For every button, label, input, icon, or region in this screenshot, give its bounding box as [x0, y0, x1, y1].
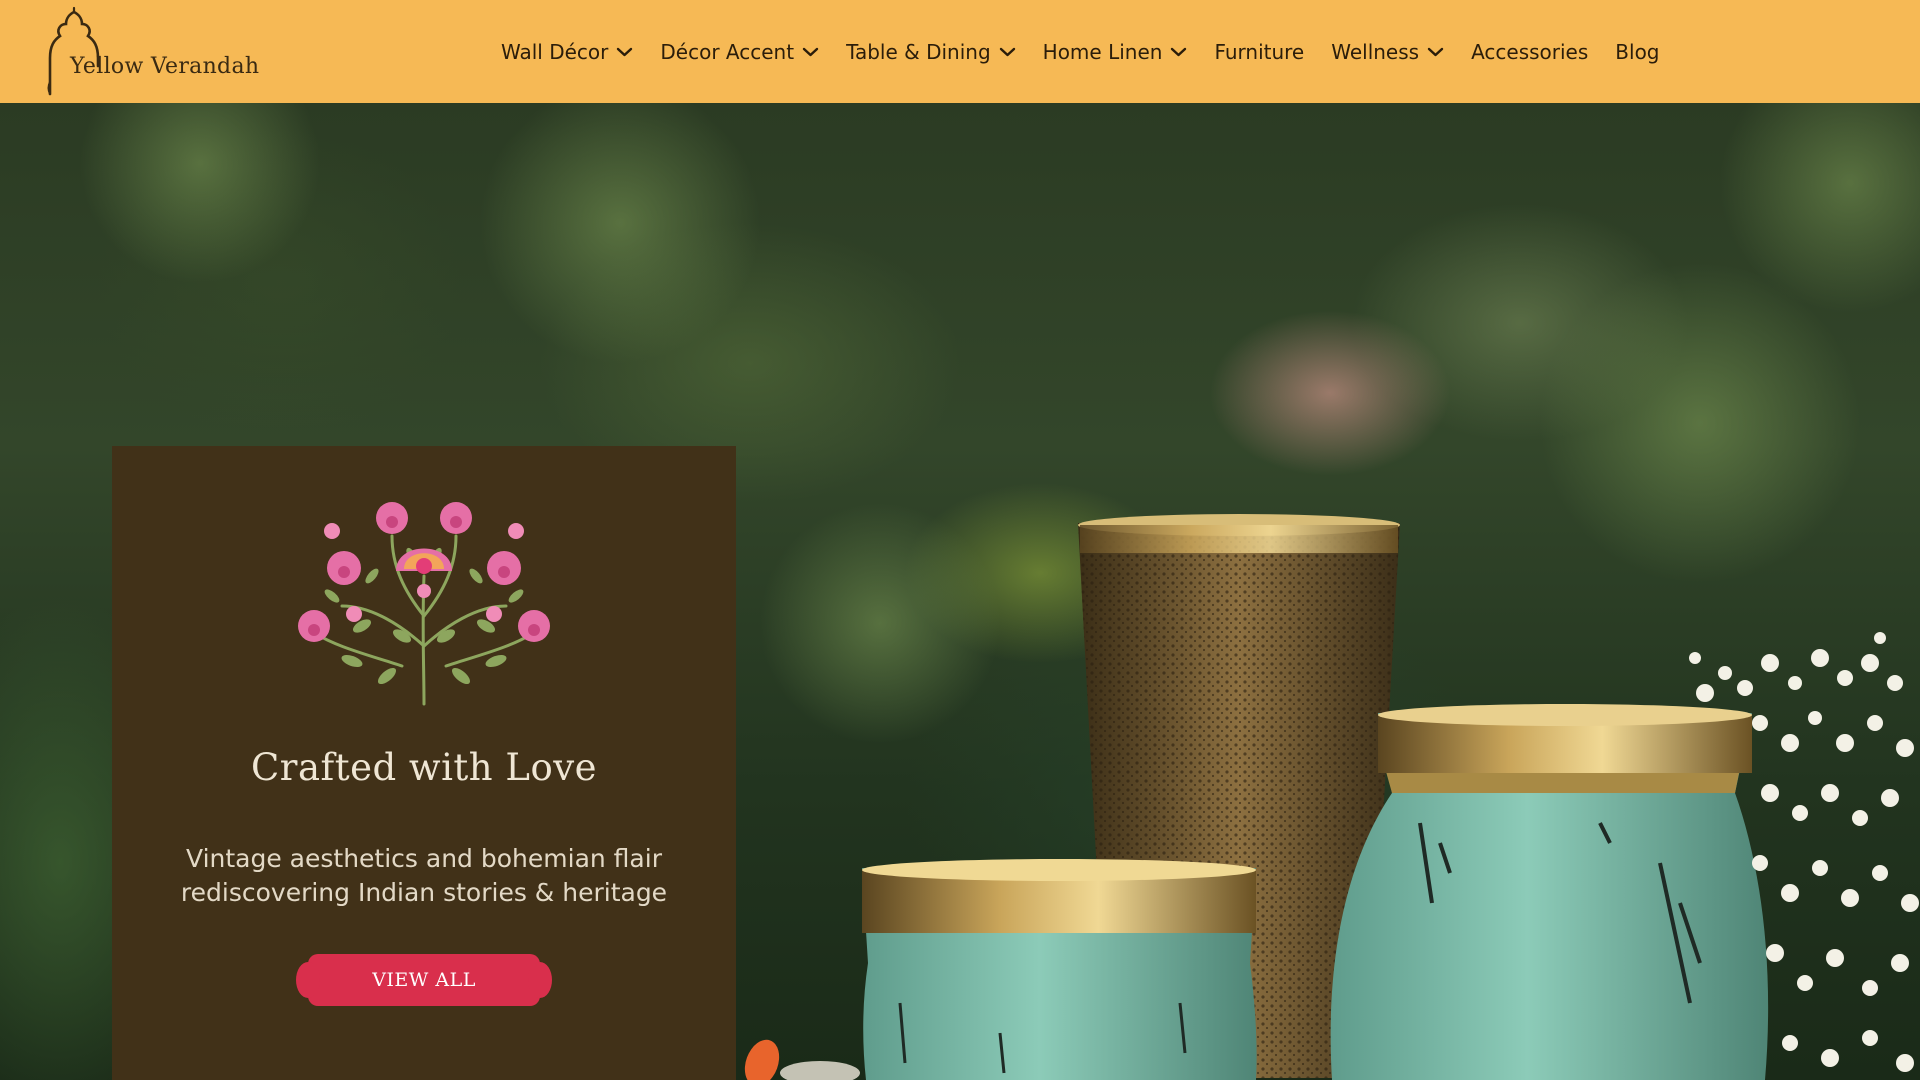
brand-logo[interactable]: Yellow Verandah: [44, 6, 264, 98]
view-all-label: VIEW ALL: [372, 969, 476, 991]
site-header: Yellow Verandah Wall Décor Décor Accent …: [0, 0, 1920, 103]
main-nav: Wall Décor Décor Accent Table & Dining H…: [501, 0, 1660, 103]
chevron-down-icon: [617, 47, 633, 56]
nav-item-label: Blog: [1615, 39, 1660, 64]
chevron-down-icon: [999, 47, 1015, 56]
nav-item-blog[interactable]: Blog: [1615, 40, 1659, 64]
brand-name: Yellow Verandah: [70, 54, 260, 79]
nav-item-label: Accessories: [1471, 39, 1589, 64]
nav-item-label: Furniture: [1214, 39, 1305, 64]
nav-item-label: Wellness: [1331, 39, 1420, 64]
hero-subtitle: Vintage aesthetics and bohemian flair re…: [152, 842, 696, 910]
chevron-down-icon: [1427, 47, 1444, 56]
chevron-down-icon: [802, 47, 819, 56]
hero-title: Crafted with Love: [250, 746, 598, 789]
nav-item-label: Wall Décor: [501, 39, 609, 64]
nav-item-label: Home Linen: [1042, 39, 1163, 64]
hero-subtitle-line: rediscovering Indian stories & heritage: [180, 878, 668, 907]
hero-banner: Crafted with Love Vintage aesthetics and…: [0, 103, 1920, 1080]
nav-item-label: Décor Accent: [660, 39, 795, 64]
promo-card: Crafted with Love Vintage aesthetics and…: [112, 446, 736, 1080]
nav-item-table-dining[interactable]: Table & Dining: [846, 40, 1016, 64]
arch-dome-icon: [47, 6, 100, 96]
nav-item-wellness[interactable]: Wellness: [1331, 40, 1444, 64]
nav-item-furniture[interactable]: Furniture: [1214, 40, 1304, 64]
hero-subtitle-line: Vintage aesthetics and bohemian flair: [186, 844, 662, 873]
nav-item-wall-decor[interactable]: Wall Décor: [501, 40, 633, 64]
floral-motif-icon: [298, 502, 550, 706]
nav-item-accessories[interactable]: Accessories: [1471, 40, 1588, 64]
nav-item-decor-accent[interactable]: Décor Accent: [660, 40, 819, 64]
view-all-button[interactable]: VIEW ALL: [296, 954, 552, 1006]
chevron-down-icon: [1171, 47, 1187, 56]
nav-item-label: Table & Dining: [846, 39, 991, 64]
nav-item-home-linen[interactable]: Home Linen: [1043, 40, 1188, 64]
